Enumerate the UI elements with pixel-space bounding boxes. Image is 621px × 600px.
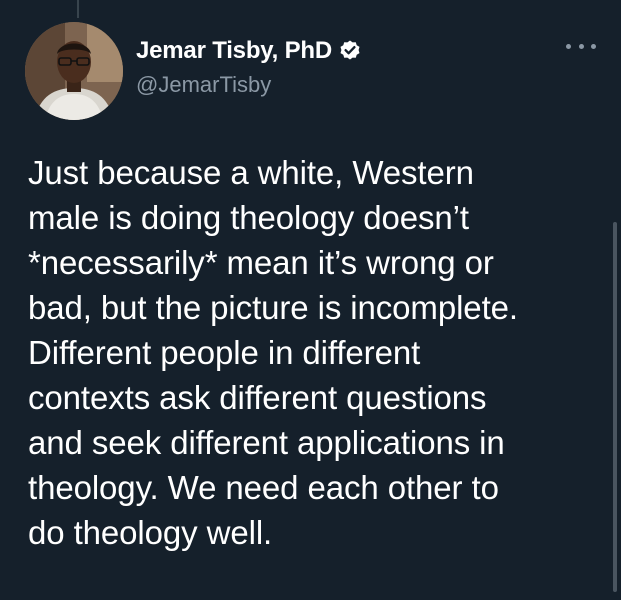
more-options-icon[interactable] xyxy=(566,36,596,56)
author-handle[interactable]: @JemarTisby xyxy=(136,72,271,98)
more-dot xyxy=(578,43,584,49)
tweet-card: Jemar Tisby, PhD @JemarTisby Just becaus… xyxy=(0,0,621,600)
author-display-name[interactable]: Jemar Tisby, PhD xyxy=(136,37,332,65)
scrollbar[interactable] xyxy=(613,222,617,592)
more-dot xyxy=(566,43,571,49)
avatar-photo-icon xyxy=(25,22,123,120)
verified-badge-icon xyxy=(338,39,362,63)
author-name-row[interactable]: Jemar Tisby, PhD xyxy=(136,36,362,66)
more-dot xyxy=(591,43,596,49)
tweet-text: Just because a white, Western male is do… xyxy=(28,154,518,551)
thread-connector-line xyxy=(77,0,79,18)
avatar[interactable] xyxy=(25,22,123,120)
